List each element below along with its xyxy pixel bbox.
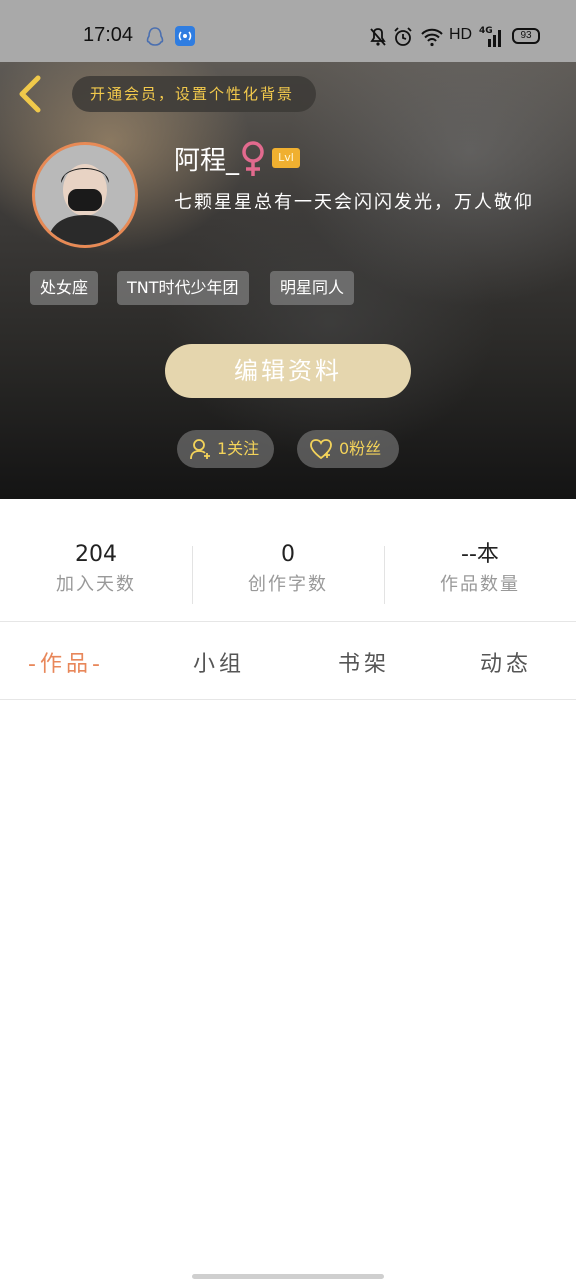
alarm-icon: [394, 27, 412, 46]
profile-header: 开通会员，设置个性化背景 阿程_ Lvl 七颗星星总有一天会闪闪发光，万人敬仰 …: [0, 62, 576, 499]
stat-word-count: 0 创作字数: [192, 540, 384, 600]
fans-button[interactable]: 0粉丝: [297, 430, 399, 468]
divider: [0, 699, 576, 700]
tag-item[interactable]: TNT时代少年团: [117, 271, 249, 305]
stat-label: 作品数量: [440, 574, 520, 595]
home-indicator[interactable]: [192, 1274, 384, 1279]
following-button[interactable]: 1关注: [177, 430, 274, 468]
edit-profile-button[interactable]: 编辑资料: [165, 344, 411, 398]
tag-item[interactable]: 处女座: [30, 271, 99, 305]
avatar[interactable]: [32, 142, 138, 248]
tab-activity[interactable]: 动态: [480, 646, 532, 678]
stat-works-count: --本 作品数量: [384, 540, 576, 600]
qq-icon: [146, 27, 164, 46]
tab-groups[interactable]: 小组: [193, 646, 245, 678]
chevron-left-icon[interactable]: [14, 74, 48, 114]
stat-join-days: 204 加入天数: [0, 540, 192, 600]
bell-off-icon: [370, 28, 386, 46]
stat-label: 创作字数: [248, 574, 328, 595]
fans-count: 0粉丝: [339, 439, 382, 458]
divider: [0, 621, 576, 622]
signal-icon: [488, 30, 501, 47]
level-badge: Lvl: [272, 148, 300, 168]
stat-value: 204: [75, 542, 117, 567]
tab-bookshelf[interactable]: 书架: [338, 646, 390, 678]
user-add-icon: [190, 439, 210, 460]
status-bar: 17:04 HD 4G 93: [0, 0, 576, 62]
heart-add-icon: [310, 439, 332, 460]
avatar-image: [35, 145, 135, 245]
stat-value: 0: [281, 542, 295, 567]
stats-row: 204 加入天数 0 创作字数 --本 作品数量: [0, 540, 576, 610]
vip-banner[interactable]: 开通会员，设置个性化背景: [72, 76, 316, 112]
network-type: HD: [449, 26, 473, 43]
status-time: 17:04: [83, 24, 134, 46]
tab-works[interactable]: -作品-: [28, 646, 104, 678]
tag-item[interactable]: 明星同人: [270, 271, 355, 305]
username: 阿程_: [174, 146, 240, 176]
following-count: 1关注: [217, 439, 260, 458]
female-icon: [242, 141, 264, 176]
battery-icon: 93: [512, 28, 540, 44]
stat-value: --本: [461, 542, 499, 567]
wifi-icon: [421, 28, 443, 47]
tab-bar: -作品- 小组 书架 动态: [0, 624, 576, 698]
stat-label: 加入天数: [56, 574, 136, 595]
signature: 七颗星星总有一天会闪闪发光，万人敬仰: [174, 192, 534, 213]
hotspot-icon: [175, 26, 195, 46]
